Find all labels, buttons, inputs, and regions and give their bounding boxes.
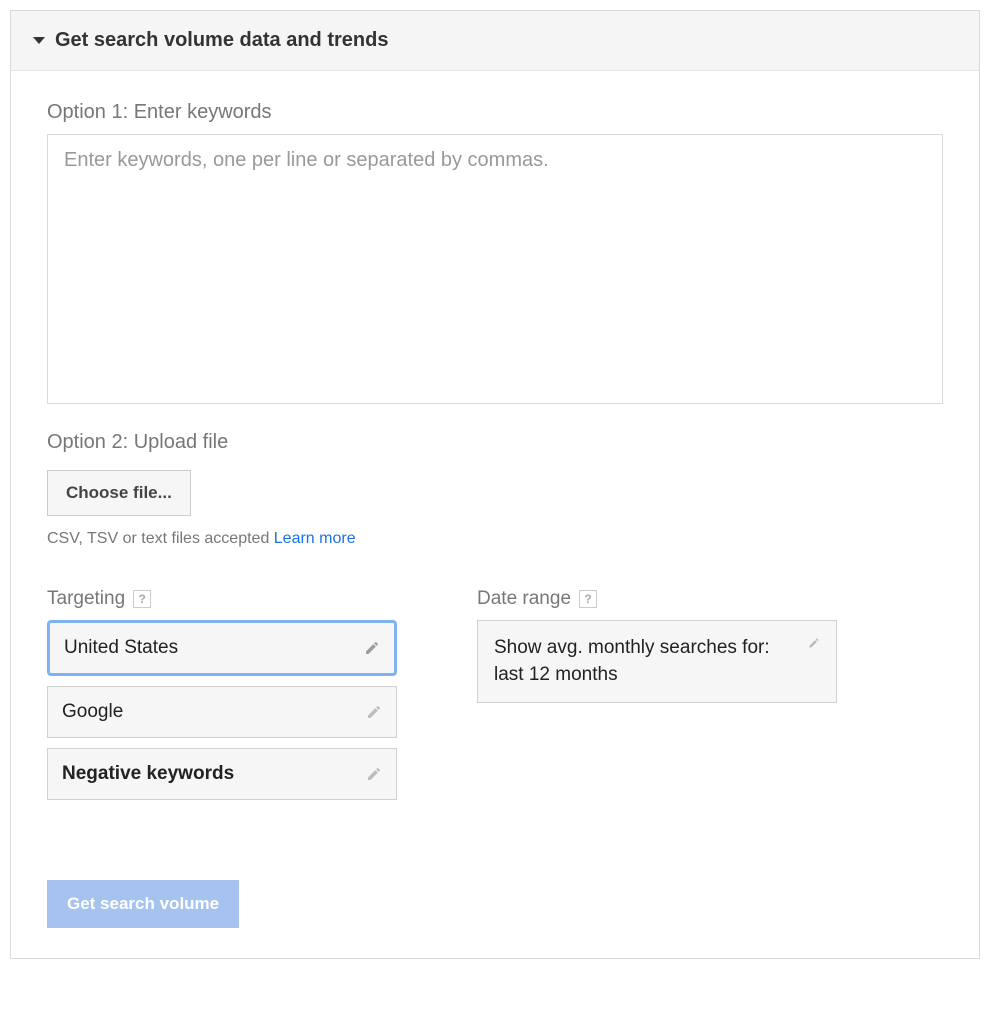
date-range-section: Date range ? Show avg. monthly searches … <box>477 588 837 810</box>
pencil-icon <box>366 766 382 782</box>
date-range-text: Show avg. monthly searches for: last 12 … <box>494 635 808 688</box>
choose-file-button[interactable]: Choose file... <box>47 470 191 516</box>
panel-body: Option 1: Enter keywords Option 2: Uploa… <box>11 71 979 958</box>
targeting-item-label: Google <box>62 701 123 723</box>
targeting-section: Targeting ? United States Google Negativ… <box>47 588 397 810</box>
targeting-location[interactable]: United States <box>47 620 397 676</box>
help-icon[interactable]: ? <box>579 590 597 608</box>
date-range-selector[interactable]: Show avg. monthly searches for: last 12 … <box>477 620 837 703</box>
keywords-input[interactable] <box>47 134 943 404</box>
date-range-heading: Date range ? <box>477 588 837 610</box>
caret-down-icon <box>33 37 45 44</box>
targeting-item-label: United States <box>64 637 178 659</box>
targeting-item-label: Negative keywords <box>62 763 234 785</box>
targeting-negative-keywords[interactable]: Negative keywords <box>47 748 397 800</box>
option2-label: Option 2: Upload file <box>47 431 943 454</box>
help-icon[interactable]: ? <box>133 590 151 608</box>
file-accepted-hint: CSV, TSV or text files accepted Learn mo… <box>47 530 943 548</box>
pencil-icon <box>808 635 820 651</box>
date-range-heading-text: Date range <box>477 588 571 610</box>
search-volume-panel: Get search volume data and trends Option… <box>10 10 980 959</box>
pencil-icon <box>366 704 382 720</box>
learn-more-link[interactable]: Learn more <box>274 530 356 547</box>
pencil-icon <box>364 640 380 656</box>
file-hint-text: CSV, TSV or text files accepted <box>47 530 274 547</box>
panel-header[interactable]: Get search volume data and trends <box>11 11 979 71</box>
targeting-network[interactable]: Google <box>47 686 397 738</box>
get-search-volume-button[interactable]: Get search volume <box>47 880 239 928</box>
panel-title: Get search volume data and trends <box>55 29 388 52</box>
option1-label: Option 1: Enter keywords <box>47 101 943 124</box>
targeting-heading-text: Targeting <box>47 588 125 610</box>
targeting-heading: Targeting ? <box>47 588 397 610</box>
